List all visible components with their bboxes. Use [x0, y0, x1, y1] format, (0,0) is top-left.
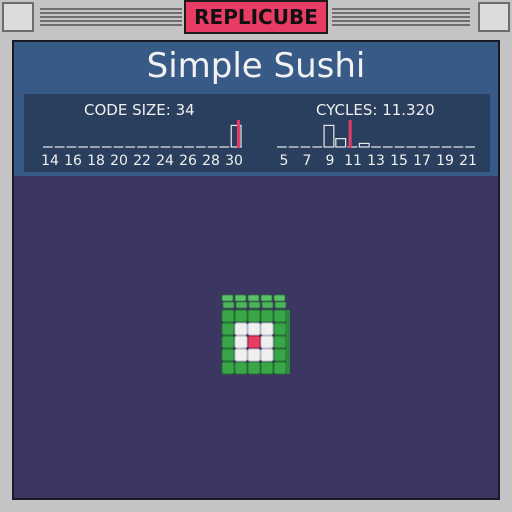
nori-voxel [260, 309, 274, 323]
nori-voxel [234, 361, 248, 375]
rice-voxel [247, 348, 261, 362]
cycles-tick-label: 11 [344, 153, 362, 169]
nori-voxel [273, 322, 287, 336]
cycles-tick-label: 9 [325, 153, 335, 169]
rice-voxel [247, 322, 261, 336]
nori-voxel [221, 348, 235, 362]
nori-voxel [273, 361, 287, 375]
cycles-tick-label: 15 [390, 153, 408, 169]
nori-voxel [221, 361, 235, 375]
puzzle-title: Simple Sushi [146, 46, 366, 86]
rice-voxel [260, 322, 274, 336]
cycles-tick-label: 7 [302, 153, 312, 169]
rice-voxel [234, 322, 248, 336]
cycles-label: CYCLES: 11.320 [316, 101, 435, 119]
nori-voxel-top [260, 294, 273, 302]
nori-side-face [286, 310, 290, 374]
cycles-tick-label: 5 [279, 153, 289, 169]
cycles-histogram [276, 120, 476, 148]
code-size-tick-label: 24 [156, 153, 174, 169]
nori-voxel [273, 309, 287, 323]
cycles-histogram-bar [358, 142, 370, 148]
titlebar-stripes-left [40, 6, 182, 28]
nori-voxel [273, 348, 287, 362]
titlebar-stripes-right [332, 6, 470, 28]
stats-panel: CODE SIZE: 34 14 16 18 20 22 24 26 28 30 CYCLES:… [24, 94, 490, 172]
nori-voxel [273, 335, 287, 349]
window-menu-button[interactable] [2, 2, 34, 32]
code-size-histogram [42, 120, 242, 148]
cycles-tick-label: 19 [436, 153, 454, 169]
cycles-score-marker [348, 120, 352, 148]
app-title: REPLICUBE [184, 0, 328, 34]
code-size-histogram-svg [43, 120, 242, 148]
rice-voxel [260, 335, 274, 349]
fish-voxel [247, 335, 261, 349]
voxel-sushi-cube-icon[interactable] [220, 294, 292, 386]
nori-voxel-top [247, 294, 260, 302]
cycles-histogram-bar [323, 124, 335, 148]
nori-voxel-top [234, 294, 247, 302]
nori-voxel [234, 309, 248, 323]
cycles-tick-label: 13 [367, 153, 385, 169]
nori-voxel-top [248, 301, 261, 309]
window-titlebar[interactable]: REPLICUBE [0, 0, 512, 40]
nori-voxel [221, 309, 235, 323]
nori-voxel [260, 361, 274, 375]
code-size-tick-label: 20 [110, 153, 128, 169]
nori-voxel-top [235, 301, 248, 309]
code-size-tick-label: 16 [64, 153, 82, 169]
code-size-ticks: 14 16 18 20 22 24 26 28 30 [41, 152, 243, 170]
nori-voxel-top [222, 301, 235, 309]
cycles-histogram-bar [335, 138, 347, 148]
code-size-score-marker [236, 120, 240, 148]
cycles-histogram-svg [277, 120, 475, 148]
nori-voxel [221, 322, 235, 336]
code-size-tick-label: 26 [179, 153, 197, 169]
nori-voxel-top [273, 294, 286, 302]
code-size-tick-label: 18 [87, 153, 105, 169]
nori-voxel [247, 309, 261, 323]
cycles-tick-label: 17 [413, 153, 431, 169]
nori-voxel [221, 335, 235, 349]
nori-voxel-top [221, 294, 234, 302]
code-size-label: CODE SIZE: 34 [84, 101, 195, 119]
nori-voxel-top [261, 301, 274, 309]
voxel-cube-svg [221, 294, 290, 375]
code-size-tick-label: 28 [202, 153, 220, 169]
rice-voxel [234, 348, 248, 362]
results-header: Simple Sushi CODE SIZE: 34 14 16 18 20 22 24 2… [14, 42, 498, 176]
nori-voxel-top [274, 301, 287, 309]
window-close-button[interactable] [478, 2, 510, 32]
code-size-tick-label: 14 [41, 153, 59, 169]
code-size-tick-label: 22 [133, 153, 151, 169]
rice-voxel [260, 348, 274, 362]
game-viewport: Simple Sushi CODE SIZE: 34 14 16 18 20 22 24 2… [12, 40, 500, 500]
cycles-tick-label: 21 [459, 153, 477, 169]
code-size-tick-label: 30 [225, 153, 243, 169]
voxel-scene[interactable] [14, 176, 498, 498]
rice-voxel [234, 335, 248, 349]
cycles-ticks: 5 7 9 11 13 15 17 19 21 [276, 152, 477, 170]
nori-voxel [247, 361, 261, 375]
